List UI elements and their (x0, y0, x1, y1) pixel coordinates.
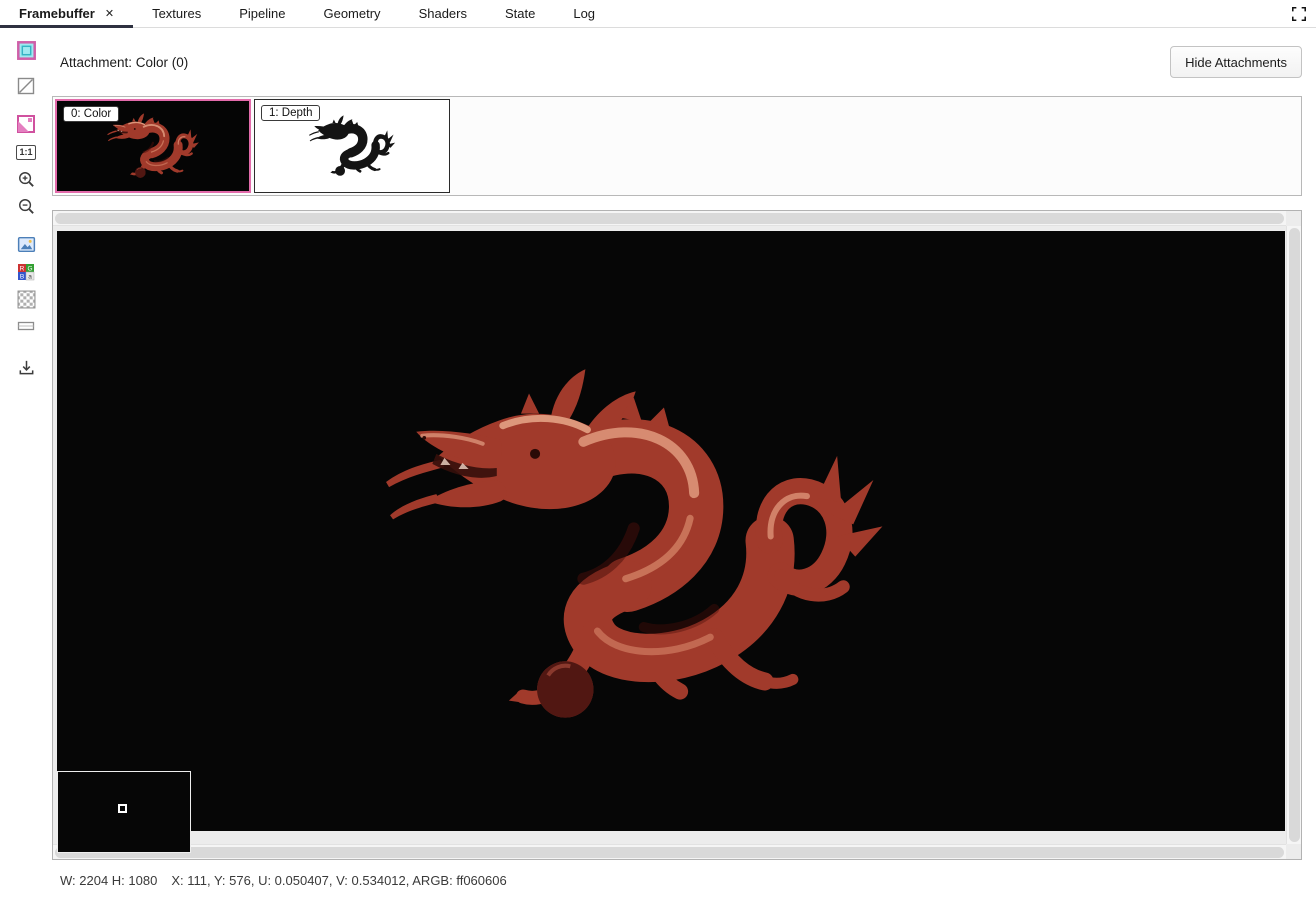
scrollbar-thumb[interactable] (1289, 228, 1300, 842)
tab-bar: Framebuffer ✕ Textures Pipeline Geometry… (0, 0, 1316, 28)
background-color-button[interactable] (14, 38, 38, 62)
save-image-button[interactable] (14, 355, 38, 379)
attachment-badge: 1: Depth (261, 105, 320, 121)
tab-label: Textures (152, 6, 201, 21)
status-dimensions: W: 2204 H: 1080 (60, 873, 157, 888)
status-cursor-info: X: 111, Y: 576, U: 0.050407, V: 0.534012… (171, 873, 506, 888)
close-icon[interactable]: ✕ (105, 7, 114, 20)
flatten-image-button[interactable] (14, 314, 38, 338)
status-bar: W: 2204 H: 1080 X: 111, Y: 576, U: 0.050… (60, 873, 1302, 888)
tab-textures[interactable]: Textures (133, 0, 220, 27)
background-none-button[interactable] (14, 74, 38, 98)
overlay-highlight-button[interactable] (14, 112, 38, 136)
framebuffer-image[interactable] (57, 231, 1285, 831)
attachment-thumbnail-color[interactable]: 0: Color (55, 99, 251, 193)
one-to-one-icon: 1:1 (16, 145, 35, 160)
tab-label: Framebuffer (19, 6, 95, 21)
tab-label: Log (573, 6, 595, 21)
tab-label: Pipeline (239, 6, 285, 21)
horizontal-scrollbar-bottom[interactable] (53, 844, 1286, 859)
attachment-label: Attachment: Color (0) (60, 55, 188, 70)
tab-label: State (505, 6, 535, 21)
checkerboard-background-button[interactable] (14, 287, 38, 311)
attachment-header: Attachment: Color (0) Hide Attachments (52, 28, 1302, 96)
scrollbar-thumb[interactable] (55, 213, 1284, 224)
fullscreen-icon[interactable] (1290, 5, 1308, 23)
vertical-scrollbar[interactable] (1286, 226, 1301, 844)
fit-to-window-button[interactable] (14, 232, 38, 256)
tab-log[interactable]: Log (554, 0, 614, 27)
dragon-thumbnail-color (97, 113, 209, 179)
scrollbar-thumb[interactable] (55, 847, 1284, 858)
main-area: 1:1 (0, 28, 1316, 923)
channel-letter-r: R (20, 265, 25, 272)
tab-shaders[interactable]: Shaders (400, 0, 486, 27)
attachments-strip: 0: Color 1: Depth (52, 96, 1302, 196)
framebuffer-viewer (52, 210, 1302, 860)
dragon-render (382, 363, 885, 729)
channel-letter-g: G (27, 265, 32, 272)
tab-framebuffer[interactable]: Framebuffer ✕ (0, 0, 133, 27)
tab-pipeline[interactable]: Pipeline (220, 0, 304, 27)
tab-geometry[interactable]: Geometry (304, 0, 399, 27)
tab-state[interactable]: State (486, 0, 554, 27)
attachment-badge: 0: Color (63, 106, 119, 122)
zoom-in-button[interactable] (14, 167, 38, 191)
tab-label: Shaders (419, 6, 467, 21)
channel-letter-b: B (20, 273, 24, 280)
content-column: Attachment: Color (0) Hide Attachments 0… (52, 28, 1302, 923)
horizontal-scrollbar-top[interactable] (53, 211, 1286, 226)
hide-attachments-button[interactable]: Hide Attachments (1170, 46, 1302, 78)
channel-letter-a: a (28, 273, 32, 280)
dragon-thumbnail-depth (300, 115, 404, 177)
attachment-thumbnail-depth[interactable]: 1: Depth (254, 99, 450, 193)
minimap-view-marker[interactable] (118, 804, 127, 813)
zoom-out-button[interactable] (14, 194, 38, 218)
zoom-1-1-button[interactable]: 1:1 (14, 140, 38, 164)
rgba-channels-button[interactable]: R G B a (14, 260, 38, 284)
viewer-toolbar: 1:1 (0, 28, 52, 923)
tab-label: Geometry (323, 6, 380, 21)
zoom-minimap[interactable] (57, 771, 191, 853)
